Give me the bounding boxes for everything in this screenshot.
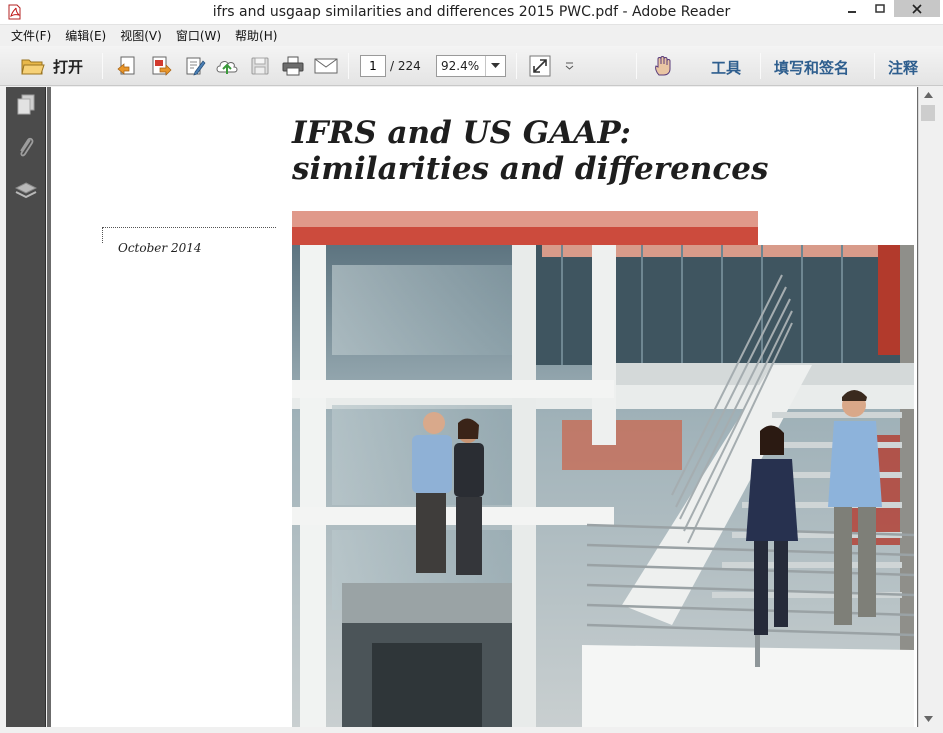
fill-sign-link[interactable]: 填写和签名 [774, 57, 849, 78]
expand-icon [529, 55, 551, 77]
save-icon [251, 57, 269, 75]
chevron-down-icon [565, 62, 573, 70]
menu-window[interactable]: 窗口(W) [169, 26, 228, 46]
window-title: ifrs and usgaap similarities and differe… [212, 4, 731, 20]
edit-icon [186, 57, 206, 76]
minimize-icon [848, 11, 856, 13]
minimize-button[interactable] [838, 0, 866, 18]
maximize-icon [875, 4, 885, 13]
print-button[interactable] [280, 54, 306, 78]
toolbar-separator [874, 53, 875, 79]
close-button[interactable] [894, 0, 940, 17]
toolbar-separator [348, 53, 349, 79]
document-date: October 2014 [118, 241, 202, 255]
export-pdf-icon [152, 56, 172, 76]
layers-icon[interactable] [14, 179, 38, 203]
edit-pdf-button[interactable] [182, 54, 208, 78]
scrollbar-thumb[interactable] [921, 105, 935, 121]
page-total: / 224 [390, 59, 421, 73]
attachments-icon[interactable] [14, 135, 38, 159]
export-pdf-button[interactable] [148, 54, 174, 78]
accent-band-light [292, 211, 758, 227]
page-number-input[interactable]: 1 [360, 55, 386, 77]
cloud-upload-icon [216, 61, 238, 74]
hand-icon [655, 56, 671, 76]
document-title: IFRS and US GAAP: similarities and diffe… [292, 115, 768, 187]
envelope-icon [314, 58, 338, 74]
menu-view[interactable]: 视图(V) [113, 26, 169, 46]
menu-help[interactable]: 帮助(H) [228, 26, 284, 46]
chevron-up-icon [923, 92, 933, 98]
toolbar: 打开 1 / 224 92.4% 工具 填写和签名 注释 [0, 46, 943, 86]
close-icon [912, 3, 922, 14]
title-bar: ifrs and usgaap similarities and differe… [0, 0, 943, 25]
zoom-select[interactable]: 92.4% [436, 55, 506, 77]
title-line-1: IFRS and US GAAP: [292, 115, 631, 151]
accent-band-dark [292, 227, 758, 245]
cover-photo [292, 245, 914, 727]
menu-file[interactable]: 文件(F) [4, 26, 58, 46]
folder-icon [21, 59, 45, 75]
toolbar-separator [102, 53, 103, 79]
toolbar-separator [760, 53, 761, 79]
toolbar-options-button[interactable] [562, 54, 576, 78]
menu-bar: 文件(F) 编辑(E) 视图(V) 窗口(W) 帮助(H) [0, 26, 943, 46]
vertical-scrollbar[interactable] [918, 87, 937, 727]
chevron-down-icon[interactable] [485, 56, 505, 76]
fullscreen-button[interactable] [527, 54, 553, 78]
tools-link[interactable]: 工具 [711, 57, 741, 78]
navigation-panel [6, 87, 46, 727]
create-pdf-button[interactable] [114, 54, 140, 78]
save-button[interactable] [247, 54, 273, 78]
scroll-up-button[interactable] [919, 87, 937, 103]
zoom-value: 92.4% [441, 59, 480, 73]
toolbar-separator [636, 53, 637, 79]
open-button[interactable]: 打开 [12, 54, 92, 78]
chevron-down-icon [923, 716, 933, 722]
pdf-page: IFRS and US GAAP: similarities and diffe… [51, 87, 917, 727]
toolbar-separator [516, 53, 517, 79]
comment-link[interactable]: 注释 [888, 57, 918, 78]
create-pdf-icon [117, 56, 135, 75]
hand-tool-button[interactable] [650, 54, 676, 78]
scroll-down-button[interactable] [919, 711, 937, 727]
bottom-edge [0, 727, 943, 733]
menu-edit[interactable]: 编辑(E) [58, 26, 113, 46]
open-label: 打开 [52, 57, 83, 76]
title-line-2: similarities and differences [292, 151, 769, 187]
print-icon [282, 56, 304, 76]
document-viewport[interactable]: IFRS and US GAAP: similarities and diffe… [47, 87, 918, 727]
page-thumbnails-icon[interactable] [14, 93, 38, 117]
maximize-button[interactable] [866, 0, 894, 18]
email-button[interactable] [313, 54, 339, 78]
upload-button[interactable] [214, 54, 240, 78]
